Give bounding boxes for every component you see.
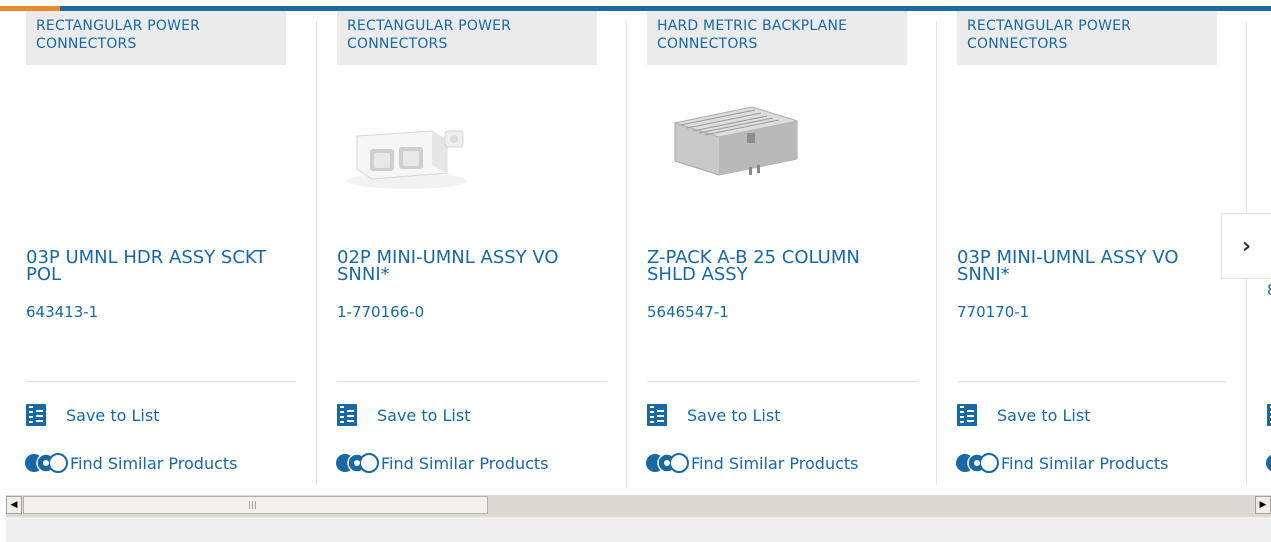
product-title[interactable]: 02P MINI-UMNL ASSY VO SNNI*	[337, 249, 599, 284]
save-to-list-button[interactable]: Save to List	[957, 404, 1090, 426]
product-category: RECTANGULAR POWER CONNECTORS	[957, 11, 1217, 65]
product-card[interactable]: RECTANGULAR POWER CONNECTORS 03P UMNL HD…	[25, 11, 296, 485]
save-to-list-button[interactable]: Save to List	[26, 404, 159, 426]
product-title[interactable]: 03P UMNL HDR ASSY SCKT POL	[26, 249, 288, 284]
save-to-list-label: Save to List	[997, 405, 1091, 425]
product-carousel: RECTANGULAR POWER CONNECTORS 03P UMNL HD…	[0, 11, 1271, 485]
footer-area	[6, 517, 1271, 542]
save-list-icon	[1267, 404, 1271, 426]
grip-icon	[249, 501, 257, 509]
carousel-next-button[interactable]: ›	[1221, 213, 1271, 279]
connector-image	[673, 106, 798, 176]
product-part-number[interactable]: 8	[1267, 281, 1271, 299]
product-part-number[interactable]: 1-770166-0	[337, 303, 424, 321]
find-similar-icon	[646, 453, 689, 473]
find-similar-label: Find Similar Products	[381, 453, 549, 473]
find-similar-label: Find Similar Products	[70, 453, 238, 473]
card-separator	[337, 381, 607, 382]
connector-image	[347, 130, 467, 189]
save-list-icon	[337, 404, 357, 426]
find-similar-button[interactable]: Find Similar Products	[956, 450, 1169, 476]
save-to-list-label: Save to List	[687, 405, 781, 425]
horizontal-scrollbar[interactable]: ◀ ▶	[6, 495, 1271, 517]
product-part-number[interactable]: 643413-1	[26, 303, 98, 321]
product-category: RECTANGULAR POWER CONNECTORS	[26, 11, 286, 65]
find-similar-button[interactable]: Find Similar Products	[646, 450, 859, 476]
product-image[interactable]	[26, 81, 286, 201]
card-separator	[26, 381, 296, 382]
product-card[interactable]: HARD METRIC BACKPLANE CONNECTORS Z-PACK …	[646, 11, 917, 485]
product-category: HARD METRIC BACKPLANE CONNECTORS	[647, 11, 907, 65]
find-similar-button[interactable]: Find Similar Products	[25, 450, 238, 476]
chevron-right-icon: ›	[1241, 233, 1252, 259]
save-list-icon	[647, 404, 667, 426]
card-separator	[957, 381, 1227, 382]
arrow-left-icon: ◀	[10, 500, 18, 510]
find-similar-label: Find Similar Products	[691, 453, 859, 473]
product-part-number[interactable]: 5646547-1	[647, 303, 729, 321]
find-similar-label: Find Similar Products	[1001, 453, 1169, 473]
save-to-list-button[interactable]: Save to List	[647, 404, 780, 426]
save-to-list-label: Save to List	[66, 405, 160, 425]
save-list-icon	[26, 404, 46, 426]
find-similar-icon	[336, 453, 379, 473]
product-part-number[interactable]: 770170-1	[957, 303, 1029, 321]
product-image[interactable]	[957, 81, 1217, 201]
product-image[interactable]	[337, 81, 597, 201]
find-similar-icon	[25, 453, 68, 473]
scroll-left-button[interactable]: ◀	[6, 496, 22, 514]
scroll-right-button[interactable]: ▶	[1255, 496, 1271, 514]
save-to-list-label: Save to List	[377, 405, 471, 425]
product-title[interactable]: Z-PACK A-B 25 COLUMN SHLD ASSY	[647, 249, 909, 284]
card-divider	[936, 21, 937, 485]
save-list-icon	[957, 404, 977, 426]
find-similar-button[interactable]: Find Similar Products	[336, 450, 549, 476]
scrollbar-thumb[interactable]	[23, 496, 488, 514]
find-similar-icon	[956, 453, 999, 473]
product-image[interactable]	[647, 81, 907, 201]
arrow-right-icon: ▶	[1259, 500, 1267, 510]
card-divider	[316, 21, 317, 485]
find-similar-button[interactable]	[1266, 450, 1271, 476]
save-to-list-button[interactable]	[1267, 404, 1271, 426]
product-title[interactable]: 03P MINI-UMNL ASSY VO SNNI*	[957, 249, 1219, 284]
card-divider	[626, 21, 627, 485]
product-category: RECTANGULAR POWER CONNECTORS	[337, 11, 597, 65]
card-separator	[647, 381, 917, 382]
find-similar-icon	[1266, 454, 1271, 472]
save-to-list-button[interactable]: Save to List	[337, 404, 470, 426]
product-card[interactable]: RECTANGULAR POWER CONNECTORS 03P MINI-UM…	[956, 11, 1227, 485]
product-card[interactable]: RECTANGULAR POWER CONNECTORS 02P MINI-UM…	[336, 11, 607, 485]
